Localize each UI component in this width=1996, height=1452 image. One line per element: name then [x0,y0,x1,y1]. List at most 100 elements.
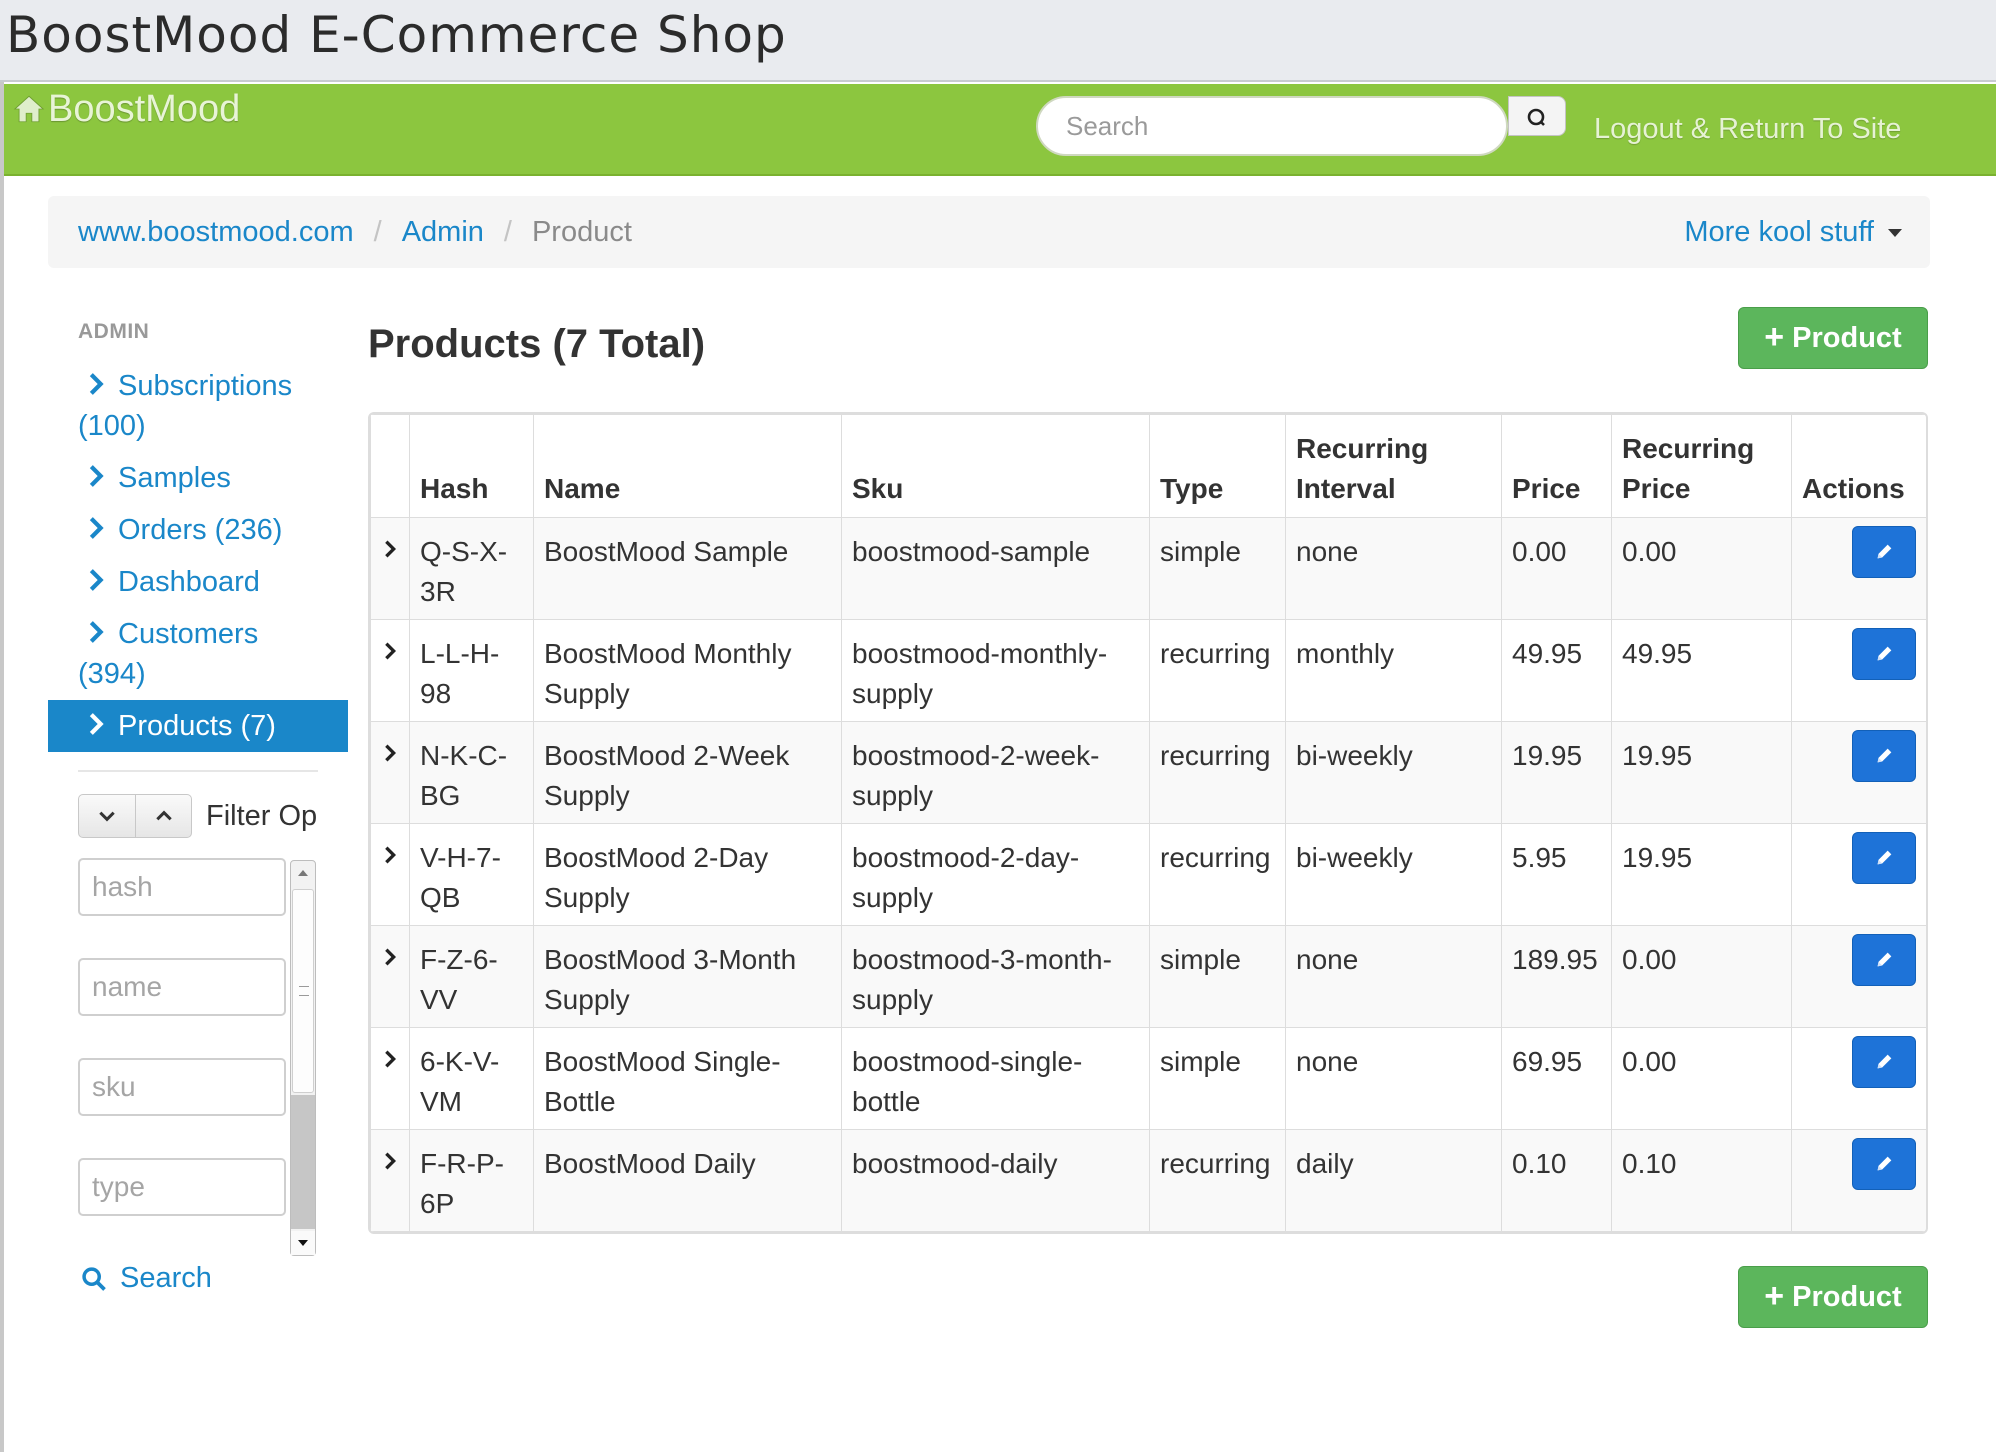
column-header-name[interactable]: Name [533,414,842,518]
breadcrumb-home-link[interactable]: www.boostmood.com [78,216,354,249]
filter-type-input[interactable] [78,1158,286,1216]
cell-hash: Q-S-X-3R [409,517,534,620]
cell-recurring-interval: monthly [1285,619,1502,722]
filter-hash-input[interactable] [78,858,286,916]
edit-button[interactable] [1852,628,1916,680]
more-dropdown-label: More kool stuff [1684,215,1874,248]
filter-sku-input[interactable] [78,1058,286,1116]
sidebar-item-label: Dashboard [118,566,260,598]
row-expand-toggle[interactable] [370,517,410,620]
sidebar-item-subscriptions[interactable]: Subscriptions (100) [78,366,328,446]
column-header-hash[interactable]: Hash [409,414,534,518]
chevron-right-icon [89,517,104,539]
window-frame-edge [0,82,4,1452]
sidebar-item-samples[interactable]: Samples [78,458,328,498]
pencil-icon [1877,850,1892,865]
edit-button[interactable] [1852,832,1916,884]
filter-name-input[interactable] [78,958,286,1016]
cell-sku: boostmood-3-month-supply [841,925,1150,1028]
row-expand-toggle[interactable] [370,823,410,926]
cell-name: BoostMood Single-Bottle [533,1027,842,1130]
filter-collapse-button[interactable] [79,795,135,837]
chevron-right-icon [385,540,397,558]
sidebar-item-products[interactable]: Products (7) [48,700,348,752]
chevron-right-icon [89,621,104,643]
cell-price: 189.95 [1501,925,1612,1028]
window-titlebar: BoostMood E-Commerce Shop [0,0,1996,82]
add-product-label: Product [1792,321,1902,354]
cell-actions [1791,619,1926,722]
column-header-price[interactable]: Price [1501,414,1612,518]
cell-type: recurring [1149,721,1286,824]
chevron-right-icon [385,948,397,966]
more-dropdown-toggle[interactable]: More kool stuff [1684,196,1902,268]
sidebar-item-label: Samples [118,462,231,494]
column-header-recurring-interval[interactable]: Recurring Interval [1285,414,1502,518]
cell-name: BoostMood 2-Week Supply [533,721,842,824]
pencil-icon [1877,646,1892,661]
row-expand-toggle[interactable] [370,619,410,722]
filter-search-link[interactable]: Search [80,1262,212,1295]
cell-sku: boostmood-sample [841,517,1150,620]
chevron-right-icon [385,846,397,864]
chevron-right-icon [89,465,104,487]
edit-button[interactable] [1852,730,1916,782]
cell-hash: L-L-H-98 [409,619,534,722]
cell-hash: 6-K-V-VM [409,1027,534,1130]
sidebar-item-dashboard[interactable]: Dashboard [78,562,328,602]
cell-price: 5.95 [1501,823,1612,926]
cell-hash: N-K-C-BG [409,721,534,824]
breadcrumb-admin-link[interactable]: Admin [402,216,484,249]
chevron-down-icon [99,811,115,822]
row-expand-toggle[interactable] [370,721,410,824]
row-expand-toggle[interactable] [370,1027,410,1130]
edit-button[interactable] [1852,934,1916,986]
column-header-type[interactable]: Type [1149,414,1286,518]
row-expand-toggle[interactable] [370,925,410,1028]
cell-sku: boostmood-single-bottle [841,1027,1150,1130]
cell-recurring-price: 0.00 [1611,1027,1792,1130]
search-input[interactable] [1036,96,1508,156]
column-header-sku[interactable]: Sku [841,414,1150,518]
cell-hash: F-R-P-6P [409,1129,534,1232]
column-header-recurring-price[interactable]: Recurring Price [1611,414,1792,518]
sidebar-item-label: Products (7) [118,710,276,742]
edit-button[interactable] [1852,1036,1916,1088]
chevron-right-icon [385,1152,397,1170]
filter-scrollbar[interactable] [290,860,316,1256]
table-row: N-K-C-BG BoostMood 2-Week Supply boostmo… [370,721,1926,824]
scroll-down-arrow-icon[interactable] [291,1231,315,1255]
cell-sku: boostmood-2-week-supply [841,721,1150,824]
logout-link[interactable]: Logout & Return To Site [1594,104,1901,154]
cell-recurring-interval: bi-weekly [1285,823,1502,926]
pencil-icon [1877,748,1892,763]
add-product-button[interactable]: + Product [1738,307,1928,369]
search-icon [1527,108,1545,126]
sidebar-item-customers[interactable]: Customers (394) [78,614,328,694]
cell-sku: boostmood-daily [841,1129,1150,1232]
row-expand-toggle[interactable] [370,1129,410,1232]
scrollbar-thumb[interactable] [292,889,314,1093]
edit-button[interactable] [1852,1138,1916,1190]
scroll-up-arrow-icon[interactable] [291,861,315,885]
brand-link[interactable]: BoostMood [12,84,240,134]
filter-expand-button[interactable] [135,795,191,837]
chevron-right-icon [89,713,104,735]
edit-button[interactable] [1852,526,1916,578]
cell-recurring-interval: bi-weekly [1285,721,1502,824]
cell-recurring-price: 19.95 [1611,721,1792,824]
cell-sku: boostmood-2-day-supply [841,823,1150,926]
products-table: Hash Name Sku Type Recurring Interval Pr… [368,412,1928,1234]
search-button[interactable] [1508,96,1566,136]
sidebar-item-orders[interactable]: Orders (236) [78,510,328,550]
cell-price: 49.95 [1501,619,1612,722]
plus-icon: + [1764,317,1785,356]
scrollbar-track[interactable] [291,1095,315,1229]
chevron-up-icon [155,810,172,821]
table-row: V-H-7-QB BoostMood 2-Day Supply boostmoo… [370,823,1926,926]
add-product-button-bottom[interactable]: + Product [1738,1266,1928,1328]
breadcrumb-separator: / [373,215,382,248]
cell-price: 69.95 [1501,1027,1612,1130]
cell-actions [1791,1129,1926,1232]
home-icon [13,95,45,123]
